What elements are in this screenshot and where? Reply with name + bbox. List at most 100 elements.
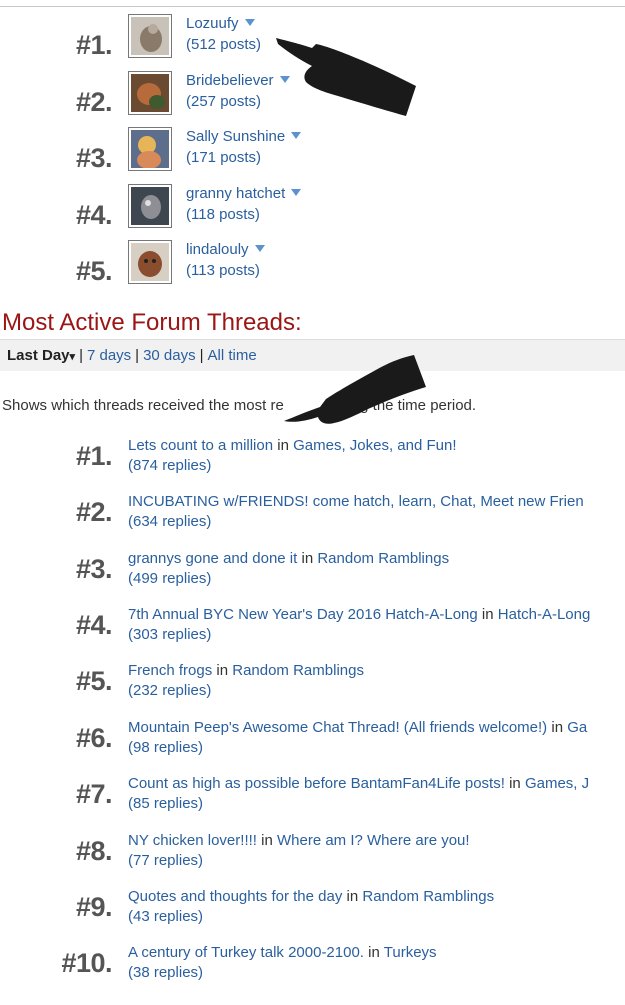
rank-number: #2. — [75, 87, 113, 117]
reply-count[interactable]: (77 replies) — [128, 852, 203, 869]
post-count[interactable]: (512 posts) — [186, 36, 261, 53]
tab-30-days[interactable]: 30 days — [143, 347, 196, 364]
reply-count[interactable]: (303 replies) — [128, 626, 211, 643]
top-poster-row: #4. granny hatchet (118 posts) — [0, 184, 625, 240]
forum-link[interactable]: Random Ramblings — [317, 550, 449, 567]
in-word: in — [551, 719, 564, 736]
pointing-hand-icon — [276, 38, 416, 116]
thread-row: #7. Count as high as possible before Ban… — [0, 775, 625, 831]
rank-number: #5. — [75, 666, 113, 696]
thread-title-link[interactable]: Lets count to a million — [128, 437, 273, 454]
thread-row: #2. INCUBATING w/FRIENDS! come hatch, le… — [0, 493, 625, 549]
post-count[interactable]: (113 posts) — [186, 262, 260, 279]
thread-line: Lets count to a million in Games, Jokes,… — [128, 437, 625, 454]
reply-count[interactable]: (232 replies) — [128, 682, 211, 699]
tab-label[interactable]: Last Day — [7, 347, 70, 364]
thread-row: #1. Lets count to a million in Games, Jo… — [0, 437, 625, 493]
thread-row: #5. French frogs in Random Ramblings (23… — [0, 662, 625, 718]
dropdown-arrow-icon[interactable] — [244, 19, 255, 26]
avatar[interactable] — [128, 184, 172, 228]
rank-number: #4. — [75, 610, 113, 640]
thread-line: Mountain Peep's Awesome Chat Thread! (Al… — [128, 719, 625, 736]
avatar[interactable] — [128, 127, 172, 171]
description-text: Shows which threads received the most re — [2, 397, 284, 414]
thread-row: #4. 7th Annual BYC New Year's Day 2016 H… — [0, 606, 625, 662]
username-link[interactable]: Lozuufy — [186, 15, 255, 32]
forum-link[interactable]: Games, Jokes, and Fun! — [293, 437, 456, 454]
username-text[interactable]: Sally Sunshine — [186, 128, 285, 145]
reply-count[interactable]: (874 replies) — [128, 457, 211, 474]
thread-title-link[interactable]: Mountain Peep's Awesome Chat Thread! (Al… — [128, 719, 547, 736]
thread-title-link[interactable]: INCUBATING w/FRIENDS! come hatch, learn,… — [128, 493, 584, 510]
tab-separator: | — [135, 347, 140, 364]
reply-count[interactable]: (98 replies) — [128, 739, 203, 756]
thread-title-link[interactable]: Count as high as possible before BantamF… — [128, 775, 505, 792]
username-link[interactable]: lindalouly — [186, 241, 265, 258]
thread-title-link[interactable]: A century of Turkey talk 2000-2100. — [128, 944, 364, 961]
top-divider — [0, 6, 625, 7]
section-title: Most Active Forum Threads: — [2, 309, 302, 336]
in-word: in — [368, 944, 380, 961]
rank-number: #4. — [75, 200, 113, 230]
thread-line: French frogs in Random Ramblings — [128, 662, 625, 679]
username-text[interactable]: granny hatchet — [186, 185, 285, 202]
dropdown-arrow-icon[interactable] — [291, 189, 302, 196]
dropdown-arrow-icon[interactable] — [291, 132, 302, 139]
avatar[interactable] — [128, 240, 172, 284]
thread-row: #3. grannys gone and done it in Random R… — [0, 550, 625, 606]
username-link[interactable]: granny hatchet — [186, 185, 302, 202]
rank-number: #8. — [75, 836, 113, 866]
post-count[interactable]: (257 posts) — [186, 93, 261, 110]
forum-link[interactable]: Where am I? Where are you! — [277, 832, 470, 849]
forum-link[interactable]: Turkeys — [384, 944, 437, 961]
thread-row: #9. Quotes and thoughts for the day in R… — [0, 888, 625, 944]
thread-row: #6. Mountain Peep's Awesome Chat Thread!… — [0, 719, 625, 775]
forum-link[interactable]: Random Ramblings — [232, 662, 364, 679]
tab-7-days[interactable]: 7 days — [87, 347, 131, 364]
thread-title-link[interactable]: French frogs — [128, 662, 212, 679]
dropdown-arrow-icon[interactable] — [254, 245, 265, 252]
avatar[interactable] — [128, 14, 172, 58]
thread-line: INCUBATING w/FRIENDS! come hatch, learn,… — [128, 493, 625, 510]
reply-count[interactable]: (499 replies) — [128, 570, 211, 587]
thread-line: 7th Annual BYC New Year's Day 2016 Hatch… — [128, 606, 625, 623]
reply-count[interactable]: (38 replies) — [128, 964, 203, 981]
reply-count[interactable]: (634 replies) — [128, 513, 211, 530]
rank-number: #9. — [75, 892, 113, 922]
rank-number: #1. — [75, 441, 113, 471]
in-word: in — [481, 606, 494, 623]
tab-separator: | — [79, 347, 83, 364]
forum-link[interactable]: Ga — [567, 719, 587, 736]
reply-count[interactable]: (43 replies) — [128, 908, 203, 925]
reply-count[interactable]: (85 replies) — [128, 795, 203, 812]
rank-number: #6. — [75, 723, 113, 753]
top-poster-row: #3. Sally Sunshine (171 posts) — [0, 127, 625, 183]
rank-number: #3. — [75, 554, 113, 584]
thread-row: #10. A century of Turkey talk 2000-2100.… — [0, 944, 625, 1000]
username-text[interactable]: Bridebeliever — [186, 72, 274, 89]
tab-all-time[interactable]: All time — [208, 347, 257, 364]
forum-link[interactable]: Random Ramblings — [362, 888, 494, 905]
tab-last-day[interactable]: Last Day▾ — [7, 347, 75, 364]
in-word: in — [346, 888, 359, 905]
thread-title-link[interactable]: grannys gone and done it — [128, 550, 297, 567]
avatar[interactable] — [128, 71, 172, 115]
thread-row: #8. NY chicken lover!!!! in Where am I? … — [0, 832, 625, 888]
in-word: in — [216, 662, 229, 679]
thread-title-link[interactable]: NY chicken lover!!!! — [128, 832, 257, 849]
rank-number: #2. — [75, 497, 113, 527]
pointing-hand-icon — [284, 355, 426, 424]
username-text[interactable]: lindalouly — [186, 241, 249, 258]
rank-number: #1. — [75, 30, 113, 60]
in-word: in — [301, 550, 314, 567]
forum-link[interactable]: Games, J — [525, 775, 589, 792]
forum-link[interactable]: Hatch-A-Long — [498, 606, 591, 623]
username-text[interactable]: Lozuufy — [186, 15, 239, 32]
username-link[interactable]: Sally Sunshine — [186, 128, 302, 145]
thread-title-link[interactable]: 7th Annual BYC New Year's Day 2016 Hatch… — [128, 606, 478, 623]
rank-number: #10. — [61, 948, 112, 978]
thread-title-link[interactable]: Quotes and thoughts for the day — [128, 888, 342, 905]
in-word: in — [261, 832, 273, 849]
post-count[interactable]: (118 posts) — [186, 206, 260, 223]
post-count[interactable]: (171 posts) — [186, 149, 261, 166]
